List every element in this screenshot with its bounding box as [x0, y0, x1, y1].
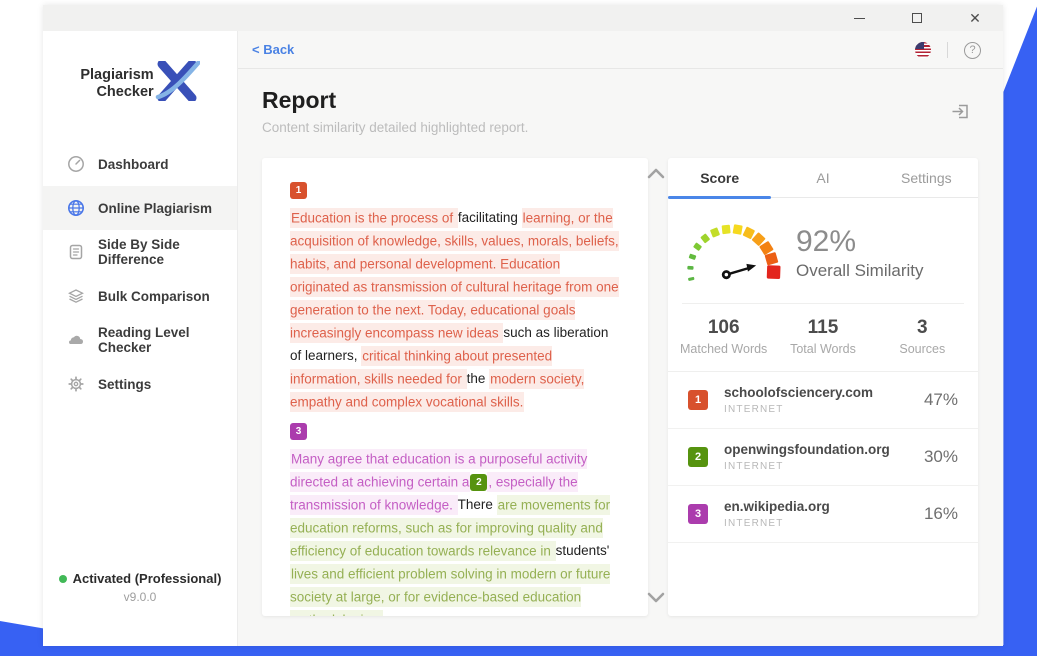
plain-text: the — [467, 371, 490, 386]
maximize-button[interactable] — [903, 7, 931, 29]
sources-list: 1 schoolofsciencery.com INTERNET 47% 2 o… — [668, 371, 978, 543]
plain-text: facilitating — [458, 210, 522, 225]
stat-matched-words: 106 Matched Words — [674, 317, 773, 356]
source-row-1[interactable]: 1 schoolofsciencery.com INTERNET 47% — [668, 372, 978, 428]
logo-x-icon — [154, 61, 200, 106]
logo-text: Plagiarism Checker — [80, 67, 153, 100]
sidebar-item-label: Bulk Comparison — [98, 289, 210, 304]
main-area: < Back ? Report Content similarity detai… — [238, 31, 1003, 646]
plain-text: There — [458, 497, 497, 512]
sidebar-nav: Dashboard Online Plagiarism Side By Side… — [43, 142, 237, 406]
layers-icon — [67, 287, 85, 305]
highlighted-text-source-2: lives and efficient problem solving in m… — [290, 564, 610, 617]
scroll-down-icon[interactable] — [645, 587, 667, 607]
cloud-icon — [67, 331, 85, 349]
app-logo: Plagiarism Checker — [43, 61, 237, 106]
sidebar-item-dashboard[interactable]: Dashboard — [43, 142, 237, 186]
source-type: INTERNET — [724, 518, 924, 529]
similarity-percent: 92% — [796, 225, 924, 259]
source-row-2[interactable]: 2 openwingsfoundation.org INTERNET 30% — [668, 428, 978, 485]
match-badge-1[interactable]: 1 — [290, 182, 307, 199]
source-domain: schoolofsciencery.com — [724, 385, 924, 400]
topbar-divider — [947, 42, 948, 58]
sidebar-item-reading-level[interactable]: Reading Level Checker — [43, 318, 237, 362]
source-domain: en.wikipedia.org — [724, 499, 924, 514]
blue-ribbon-bottom — [0, 645, 1037, 656]
scroll-up-icon[interactable] — [645, 164, 667, 184]
source-row-3[interactable]: 3 en.wikipedia.org INTERNET 16% — [668, 485, 978, 542]
report-paragraph: 3Many agree that education is a purposef… — [290, 423, 620, 616]
sidebar-item-label: Side By Side Difference — [98, 237, 237, 267]
match-badge-3[interactable]: 3 — [290, 423, 307, 440]
document-body: 1 Education is the process of facilitatin… — [290, 182, 620, 616]
tab-ai[interactable]: AI — [771, 158, 874, 197]
export-icon[interactable] — [950, 101, 971, 127]
source-type: INTERNET — [724, 404, 924, 415]
tab-score[interactable]: Score — [668, 158, 771, 197]
plain-text: students' — [556, 543, 610, 558]
similarity-label: Overall Similarity — [796, 261, 924, 281]
source-badge-3: 3 — [688, 504, 708, 524]
sidebar-item-side-by-side[interactable]: Side By Side Difference — [43, 230, 237, 274]
close-button[interactable]: ✕ — [961, 7, 989, 29]
source-badge-1: 1 — [688, 390, 708, 410]
gear-icon — [67, 375, 85, 393]
source-type: INTERNET — [724, 461, 924, 472]
help-icon[interactable]: ? — [964, 42, 981, 59]
highlighted-text-source-1: Education is the process of — [290, 208, 458, 228]
match-badge-2[interactable]: 2 — [470, 474, 487, 491]
source-percent: 30% — [924, 447, 958, 467]
score-panel: Score AI Settings — [668, 158, 978, 616]
report-paragraph: 1 Education is the process of facilitatin… — [290, 182, 620, 413]
sidebar-item-label: Reading Level Checker — [98, 325, 237, 355]
sidebar-item-online-plagiarism[interactable]: Online Plagiarism — [43, 186, 237, 230]
activated-dot-icon — [59, 575, 67, 583]
page-title: Report — [262, 87, 336, 114]
stat-sources: 3 Sources — [873, 317, 972, 356]
similarity-gauge-icon — [682, 214, 782, 291]
screen: ✕ Plagiarism Checker — [0, 0, 1037, 656]
report-document[interactable]: 1 Education is the process of facilitatin… — [262, 158, 648, 616]
source-percent: 16% — [924, 504, 958, 524]
back-link[interactable]: < Back — [252, 42, 294, 57]
sidebar-item-settings[interactable]: Settings — [43, 362, 237, 406]
overall-score: 92% Overall Similarity — [668, 198, 978, 303]
minimize-button[interactable] — [845, 7, 873, 29]
sidebar-item-label: Online Plagiarism — [98, 201, 212, 216]
active-tab-indicator — [668, 196, 771, 199]
dashboard-icon — [67, 155, 85, 173]
language-flag-icon[interactable] — [915, 42, 931, 58]
stats-row: 106 Matched Words 115 Total Words 3 Sour… — [668, 304, 978, 371]
stat-total-words: 115 Total Words — [773, 317, 872, 356]
sidebar: Plagiarism Checker Dashboard — [43, 31, 238, 646]
tab-settings[interactable]: Settings — [875, 158, 978, 197]
app-version: v9.0.0 — [43, 590, 237, 604]
titlebar: ✕ — [43, 5, 1003, 31]
page-subtitle: Content similarity detailed highlighted … — [262, 120, 528, 135]
sidebar-item-label: Dashboard — [98, 157, 169, 172]
activation-status: Activated (Professional) v9.0.0 — [43, 571, 237, 604]
app-window: ✕ Plagiarism Checker — [43, 5, 1003, 646]
document-icon — [67, 243, 85, 261]
topbar: < Back ? — [238, 31, 1003, 69]
source-domain: openwingsfoundation.org — [724, 442, 924, 457]
activation-label: Activated (Professional) — [73, 571, 222, 586]
source-percent: 47% — [924, 390, 958, 410]
source-badge-2: 2 — [688, 447, 708, 467]
globe-icon — [67, 199, 85, 217]
panel-tabs: Score AI Settings — [668, 158, 978, 198]
sidebar-item-bulk-comparison[interactable]: Bulk Comparison — [43, 274, 237, 318]
sidebar-item-label: Settings — [98, 377, 151, 392]
